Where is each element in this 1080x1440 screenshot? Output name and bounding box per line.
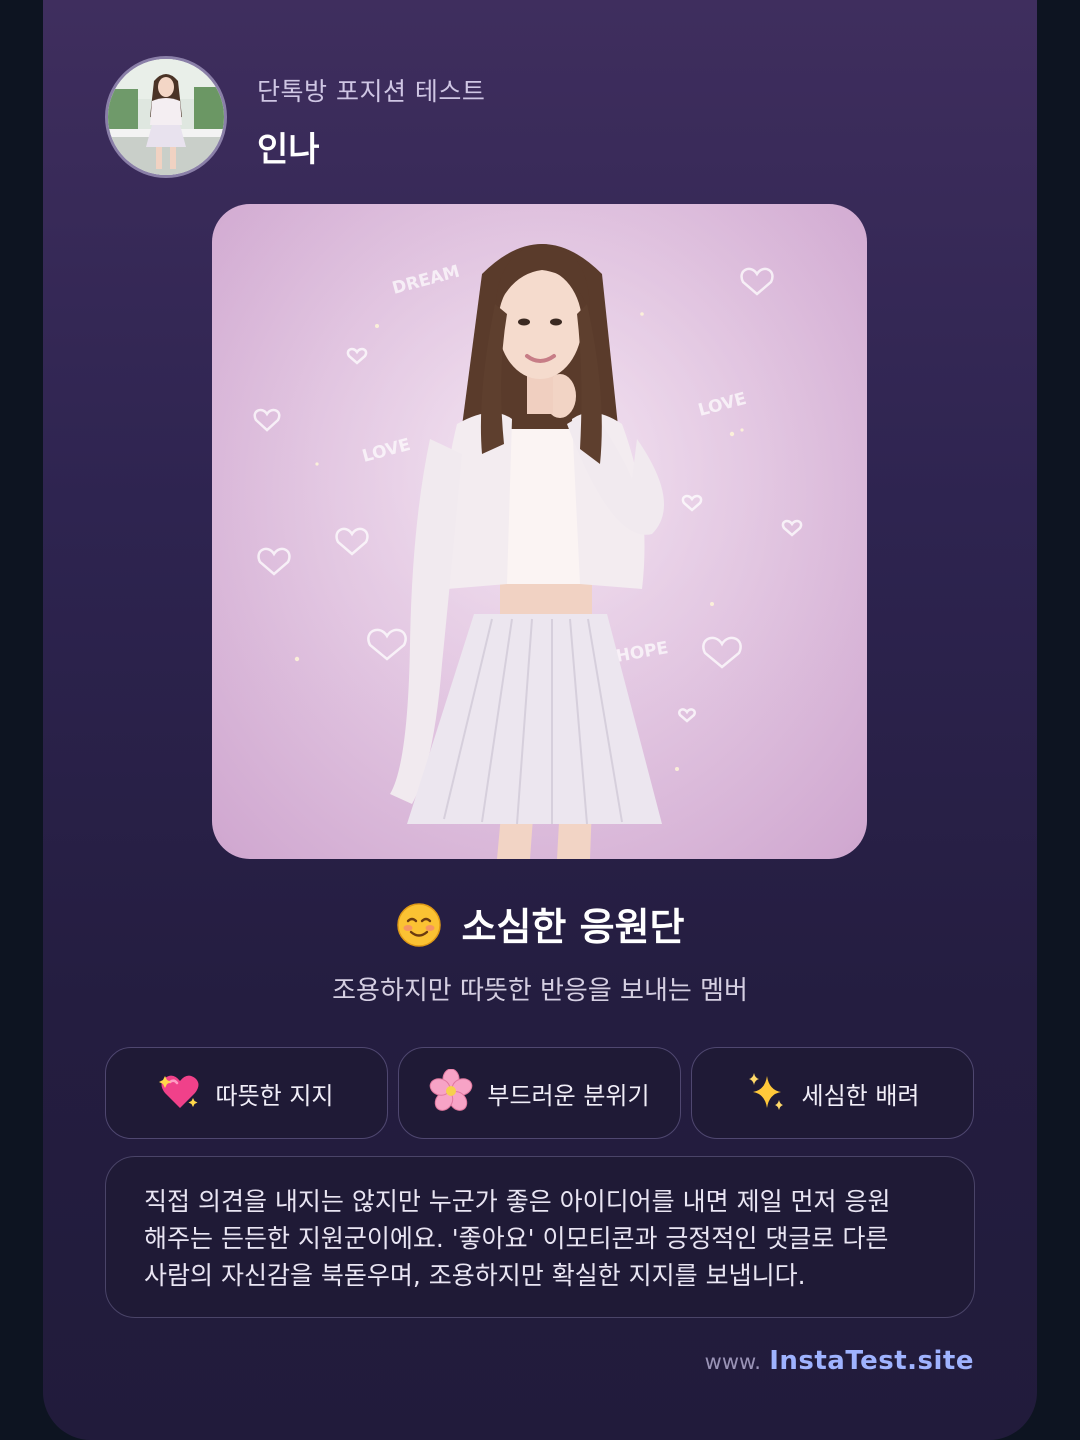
description-line: 사람의 자신감을 북돋우며, 조용하지만 확실한 지지를 보냅니다. — [144, 1261, 806, 1290]
tag-label: 세심한 배려 — [801, 1081, 920, 1110]
hero-illustration: DREAM LOVE LOVE HOPE — [212, 204, 867, 859]
tag-warm-support: 따뜻한 지지 — [105, 1047, 388, 1139]
avatar-photo — [108, 59, 224, 175]
description-line: 해주는 든든한 지원군이에요. '좋아요' 이모티콘과 긍정적인 댓글로 다른 — [144, 1224, 889, 1253]
result-title: 소심한 응원단 — [43, 896, 1037, 957]
site-link[interactable]: www. InstaTest.site — [705, 1346, 974, 1376]
site-name: InstaTest.site — [769, 1346, 974, 1376]
sparkles-icon — [745, 1070, 787, 1116]
result-subtitle: 조용하지만 따뜻한 반응을 보내는 멤버 — [332, 976, 748, 1006]
site-prefix: www. — [704, 1350, 761, 1374]
result-title-text: 소심한 응원단 — [461, 905, 685, 949]
trait-tags: 따뜻한 지지 부드러운 분위기 세심한 배려 — [105, 1047, 975, 1141]
tag-soft-mood: 부드러운 분위기 — [398, 1047, 681, 1139]
smiling-face-icon — [396, 902, 442, 957]
user-name: 인나 — [257, 130, 320, 170]
hero-image: DREAM LOVE LOVE HOPE — [212, 204, 867, 859]
result-card: 단톡방 포지션 테스트 인나 DREAM LOVE LOVE HOPE 소심한 … — [43, 0, 1037, 1440]
avatar — [105, 56, 227, 178]
tag-label: 부드러운 분위기 — [487, 1081, 650, 1110]
cherry-blossom-icon — [429, 1068, 473, 1117]
tag-label: 따뜻한 지지 — [215, 1081, 334, 1110]
test-subtitle: 단톡방 포지션 테스트 — [257, 77, 486, 106]
result-description: 직접 의견을 내지는 않지만 누군가 좋은 아이디어를 내면 제일 먼저 응원 … — [105, 1156, 975, 1318]
sparkling-heart-icon — [159, 1070, 201, 1116]
tag-thoughtful-care: 세심한 배려 — [691, 1047, 974, 1139]
description-line: 직접 의견을 내지는 않지만 누군가 좋은 아이디어를 내면 제일 먼저 응원 — [144, 1187, 891, 1216]
